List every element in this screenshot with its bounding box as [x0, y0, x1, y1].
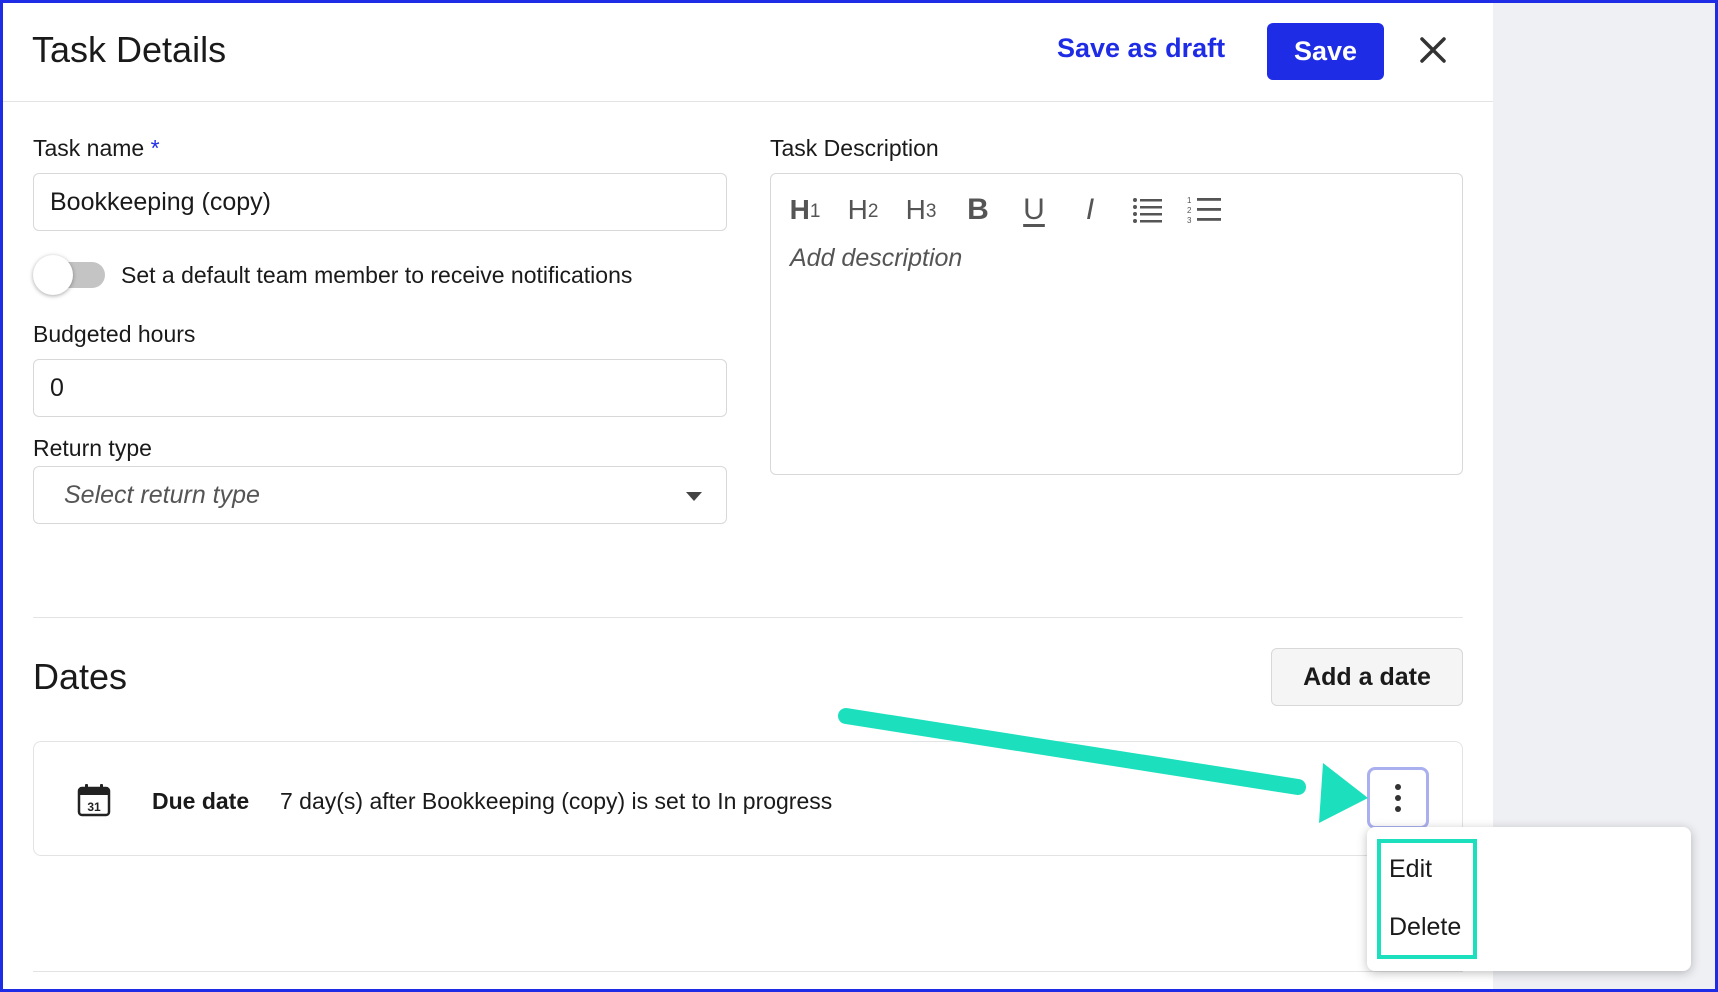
task-description-label: Task Description	[770, 135, 939, 161]
save-as-draft-button[interactable]: Save as draft	[1057, 33, 1225, 64]
heading-2-button[interactable]: H2	[843, 192, 883, 228]
page-title: Task Details	[32, 29, 227, 70]
required-mark: *	[150, 135, 160, 161]
menu-item-delete[interactable]: Delete	[1389, 913, 1461, 942]
numbered-list-digit: 3	[1187, 216, 1192, 225]
dates-section-title: Dates	[33, 656, 128, 697]
bulleted-list-icon[interactable]	[1131, 192, 1165, 228]
notifications-toggle-label: Set a default team member to receive not…	[121, 262, 633, 288]
kebab-dot	[1395, 795, 1401, 801]
heading-3-letter: H	[905, 194, 926, 225]
return-type-select[interactable]: Select return type	[33, 466, 727, 524]
save-button[interactable]: Save	[1267, 23, 1384, 80]
notifications-toggle[interactable]	[33, 255, 107, 295]
due-date-description: 7 day(s) after Bookkeeping (copy) is set…	[280, 788, 833, 814]
add-date-button[interactable]: Add a date	[1271, 648, 1463, 706]
numbered-list-digit: 2	[1187, 206, 1192, 215]
caret-down-icon	[686, 492, 702, 501]
kebab-dot	[1395, 806, 1401, 812]
task-name-label-text: Task name	[33, 135, 145, 161]
bold-button[interactable]: B	[961, 192, 995, 228]
return-type-placeholder: Select return type	[64, 480, 260, 509]
heading-2-level: 2	[867, 201, 879, 222]
bottom-divider	[33, 971, 1463, 972]
close-icon[interactable]	[1416, 33, 1450, 67]
toggle-knob	[33, 255, 73, 295]
heading-3-button[interactable]: H3	[901, 192, 941, 228]
budgeted-hours-value: 0	[50, 373, 64, 402]
due-date-label: Due date	[152, 788, 250, 814]
task-details-panel: Task Details Save as draft Save Task nam…	[0, 0, 1718, 992]
heading-3-level: 3	[925, 201, 937, 222]
calendar-day-number: 31	[87, 800, 101, 814]
heading-1-letter: H	[789, 194, 810, 225]
task-name-value: Bookkeeping (copy)	[50, 187, 271, 216]
budgeted-hours-label: Budgeted hours	[33, 321, 196, 347]
heading-2-letter: H	[847, 194, 868, 225]
due-date-row: 31 Due date 7 day(s) after Bookkeeping (…	[33, 741, 1463, 856]
panel-header: Task Details Save as draft Save	[3, 3, 1493, 102]
description-placeholder: Add description	[790, 244, 963, 272]
heading-1-level: 1	[809, 201, 821, 222]
task-name-input[interactable]: Bookkeeping (copy)	[33, 173, 727, 231]
italic-button[interactable]: I	[1075, 192, 1105, 228]
row-options-menu: Edit Delete	[1367, 827, 1691, 971]
section-divider	[33, 617, 1463, 618]
heading-1-button[interactable]: H1	[785, 192, 825, 228]
more-options-icon[interactable]	[1367, 767, 1429, 829]
underline-button[interactable]: U	[1017, 192, 1051, 228]
budgeted-hours-input[interactable]: 0	[33, 359, 727, 417]
menu-item-edit[interactable]: Edit	[1389, 855, 1432, 884]
calendar-icon: 31	[76, 782, 112, 818]
task-name-label: Task name *	[33, 135, 160, 162]
description-editor[interactable]: H1 H2 H3 B U I 1 2 3 Add description	[770, 173, 1463, 475]
kebab-dot	[1395, 784, 1401, 790]
numbered-list-icon[interactable]: 1 2 3	[1187, 192, 1223, 228]
numbered-list-digit: 1	[1187, 196, 1192, 205]
return-type-label: Return type	[33, 435, 152, 461]
